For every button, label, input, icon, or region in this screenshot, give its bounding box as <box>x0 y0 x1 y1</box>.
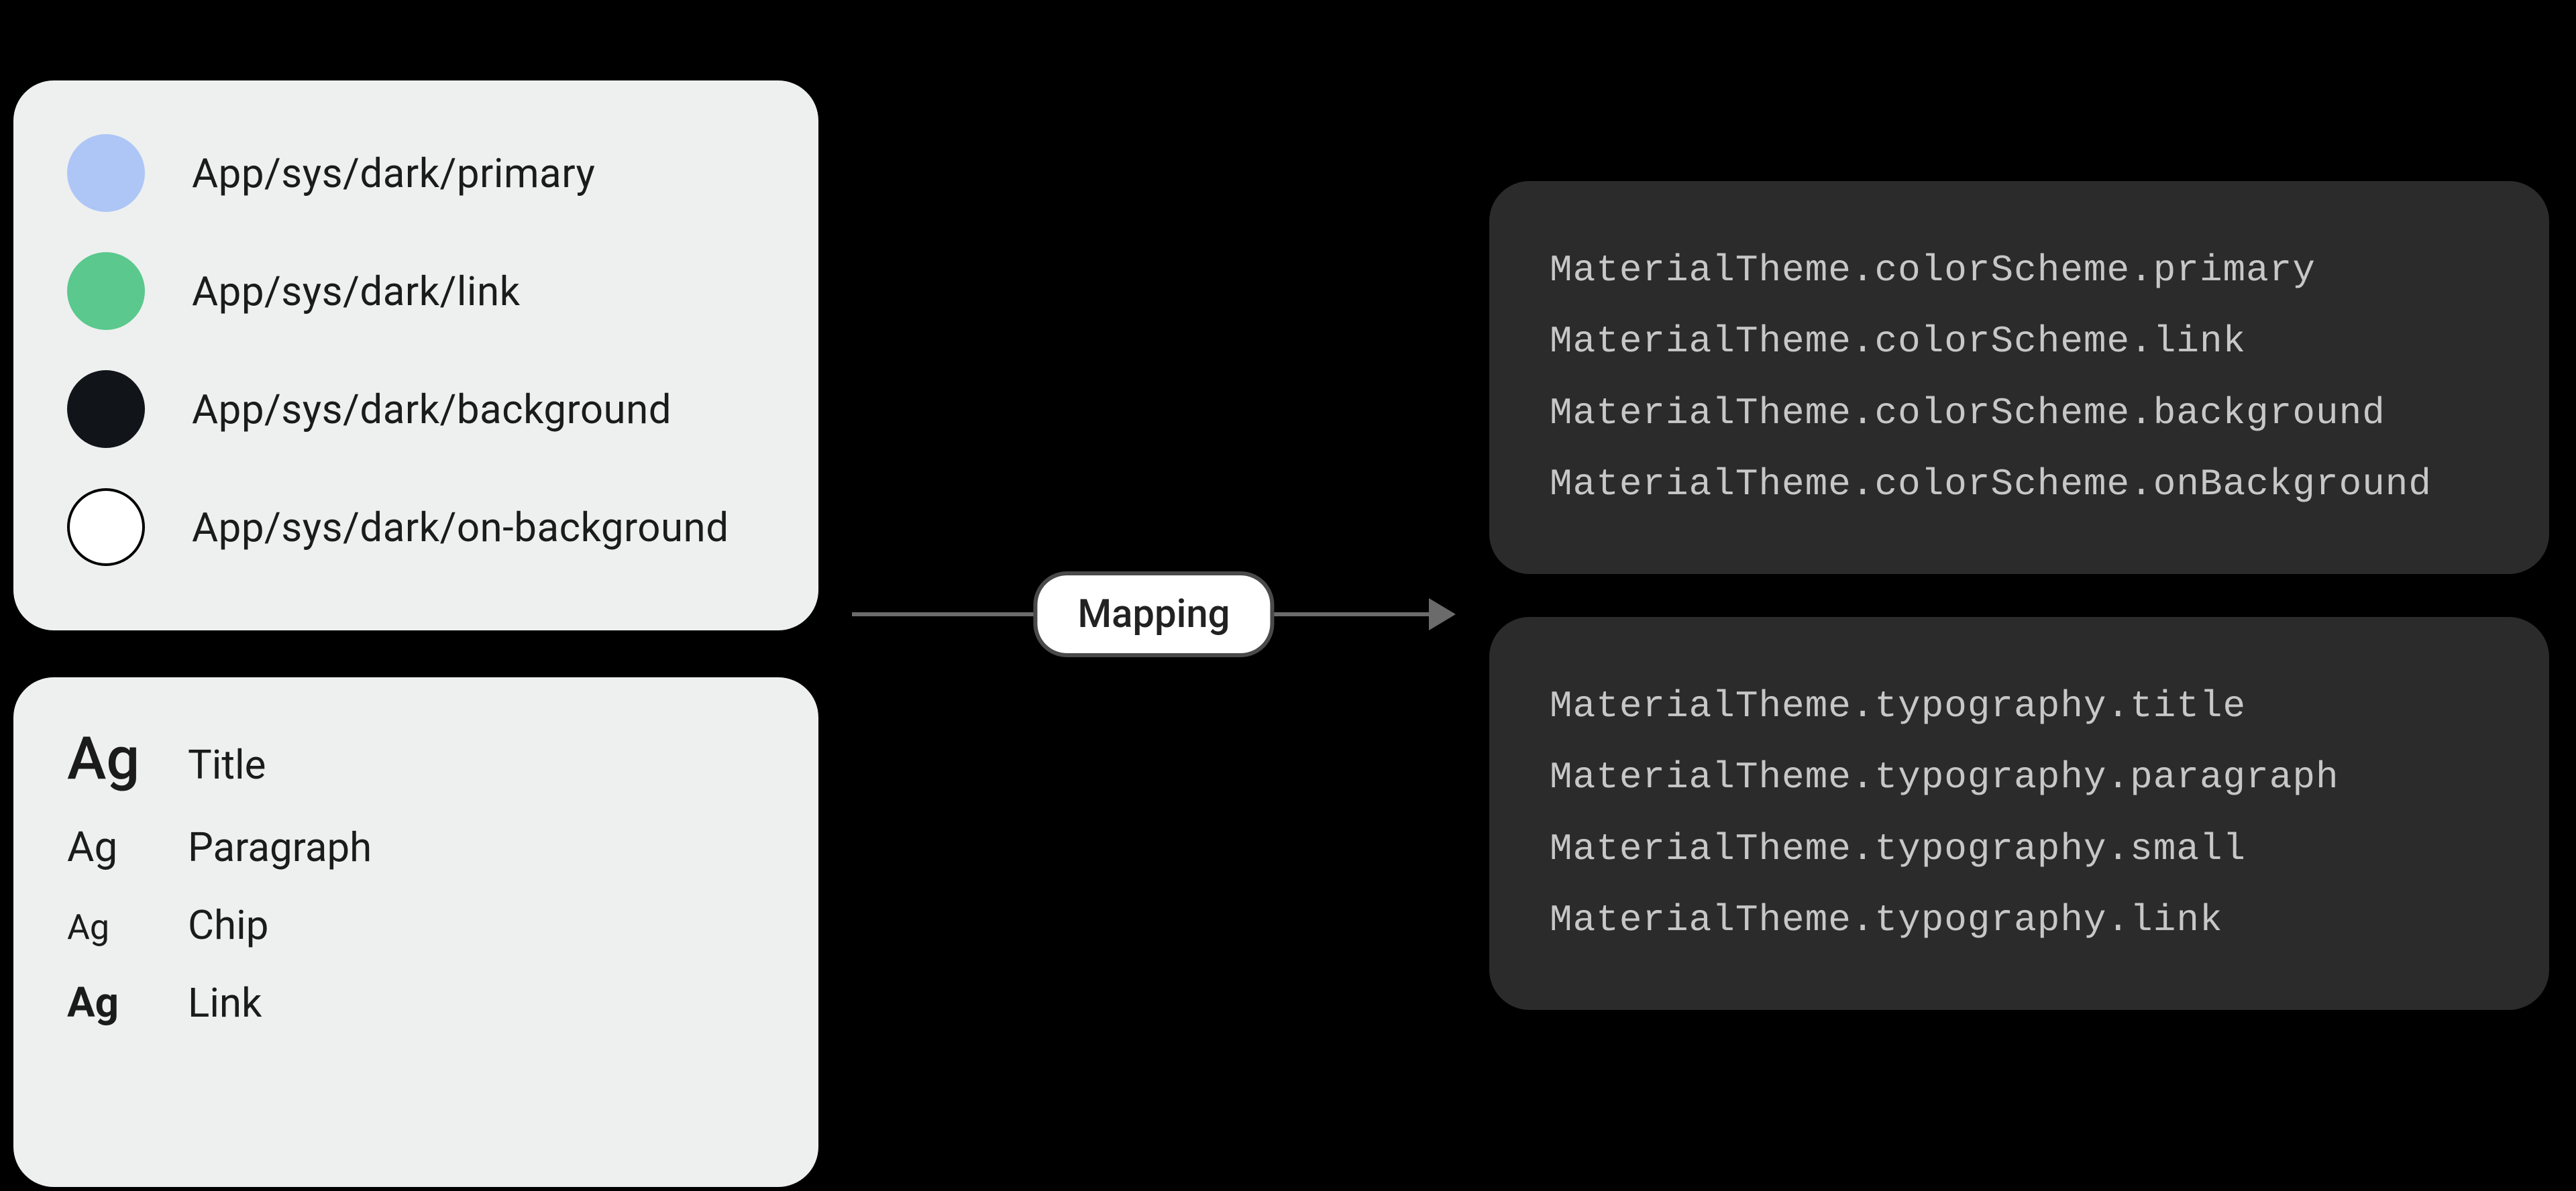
color-label: App/sys/dark/link <box>192 268 521 315</box>
typo-sample-title: Ag <box>67 724 148 793</box>
code-line: MaterialTheme.typography.paragraph <box>1550 742 2489 813</box>
diagram-canvas: App/sys/dark/primary App/sys/dark/link A… <box>0 0 2576 1191</box>
typo-label: Paragraph <box>188 824 372 871</box>
swatch-primary <box>67 134 145 212</box>
code-line: MaterialTheme.colorScheme.background <box>1550 378 2489 449</box>
swatch-background <box>67 370 145 448</box>
typo-row-paragraph: Ag Paragraph <box>67 823 765 872</box>
typo-label: Link <box>188 979 262 1027</box>
swatch-link <box>67 252 145 330</box>
code-line: MaterialTheme.colorScheme.primary <box>1550 235 2489 306</box>
code-line: MaterialTheme.typography.title <box>1550 671 2489 742</box>
color-label: App/sys/dark/primary <box>192 150 595 197</box>
swatch-on-background <box>67 488 145 566</box>
typo-sample-paragraph: Ag <box>67 823 148 872</box>
typography-tokens-card: Ag Title Ag Paragraph Ag Chip Ag Link <box>13 677 818 1187</box>
typo-row-chip: Ag Chip <box>67 901 765 949</box>
color-label: App/sys/dark/on-background <box>192 504 729 551</box>
code-line: MaterialTheme.typography.small <box>1550 813 2489 885</box>
typo-label: Chip <box>188 901 268 949</box>
code-line: MaterialTheme.colorScheme.link <box>1550 306 2489 377</box>
typo-sample-chip: Ag <box>67 907 148 948</box>
color-row-primary: App/sys/dark/primary <box>67 134 765 212</box>
code-line: MaterialTheme.typography.link <box>1550 885 2489 956</box>
code-card-colors: MaterialTheme.colorScheme.primary Materi… <box>1489 181 2549 574</box>
typo-sample-link: Ag <box>67 978 148 1027</box>
color-row-link: App/sys/dark/link <box>67 252 765 330</box>
typo-label: Title <box>188 741 266 789</box>
typo-row-link: Ag Link <box>67 978 765 1027</box>
color-label: App/sys/dark/background <box>192 386 672 433</box>
code-line: MaterialTheme.colorScheme.onBackground <box>1550 449 2489 520</box>
color-row-on-background: App/sys/dark/on-background <box>67 488 765 566</box>
mapping-arrow: Mapping <box>852 567 1456 661</box>
arrow-head-icon <box>1429 598 1456 630</box>
typo-row-title: Ag Title <box>67 724 765 793</box>
color-row-background: App/sys/dark/background <box>67 370 765 448</box>
mapping-pill: Mapping <box>1033 571 1274 657</box>
color-tokens-card: App/sys/dark/primary App/sys/dark/link A… <box>13 80 818 630</box>
code-card-typography: MaterialTheme.typography.title MaterialT… <box>1489 617 2549 1010</box>
